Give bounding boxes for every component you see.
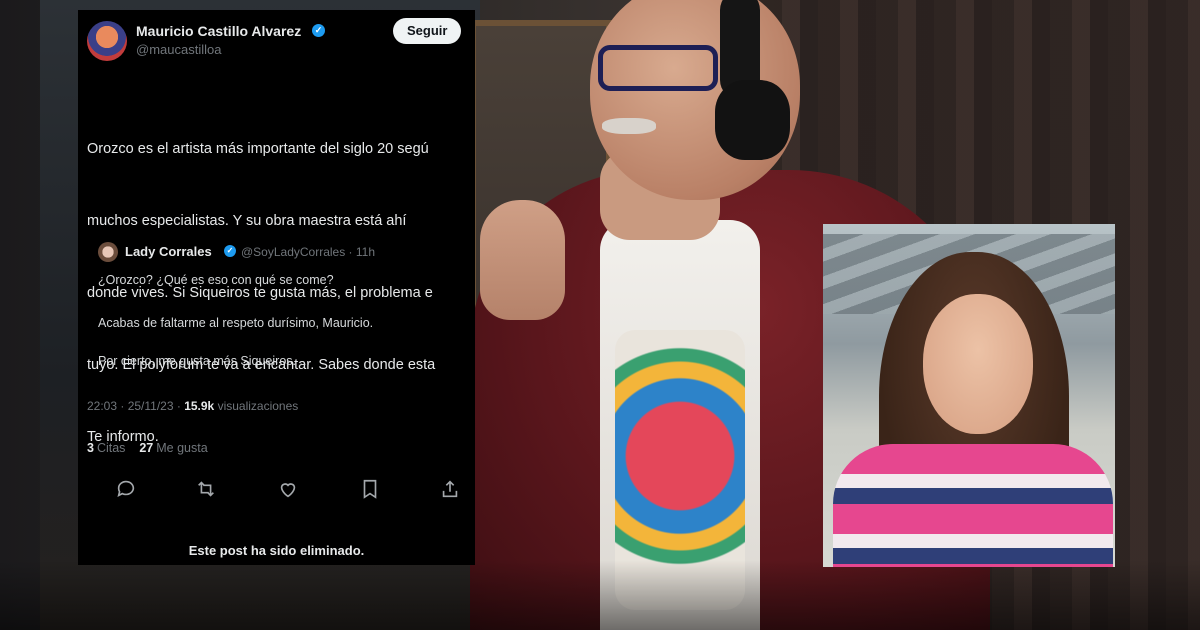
quoted-avatar (98, 242, 118, 262)
deleted-notice: Este post ha sido eliminado. (188, 543, 365, 558)
glasses (598, 45, 718, 91)
mustache (602, 118, 656, 134)
woman-photo-inset (823, 224, 1115, 567)
reply-icon[interactable] (114, 478, 138, 502)
quoted-handle-time: @SoyLadyCorrales · 11h (241, 245, 376, 259)
quotes-stat[interactable]: 3 Citas (87, 441, 125, 455)
raised-hand (480, 200, 565, 320)
bottom-shade (0, 560, 1200, 630)
quoted-tweet[interactable]: Lady Corrales ✓ @SoyLadyCorrales · 11h ¿… (87, 232, 467, 382)
tweet-body-line: Orozco es el artista más importante del … (87, 141, 429, 157)
quotes-count: 3 (87, 441, 94, 455)
author-avatar[interactable] (87, 21, 127, 61)
headphones-cup (715, 80, 790, 160)
tweet-card: Mauricio Castillo Alvarez ✓ @maucastillo… (78, 10, 475, 565)
retweet-icon[interactable] (194, 478, 218, 502)
quotes-label: Citas (96, 441, 126, 455)
bookmark-icon[interactable] (358, 478, 382, 502)
author-name[interactable]: Mauricio Castillo Alvarez (136, 23, 301, 39)
follow-button[interactable]: Seguir (393, 18, 462, 44)
share-icon[interactable] (438, 478, 462, 502)
views-label: visualizaciones (217, 399, 299, 413)
likes-stat[interactable]: 27 Me gusta (139, 441, 207, 455)
quoted-author-name: Lady Corrales (125, 244, 212, 259)
verified-badge-icon: ✓ (312, 24, 325, 37)
safety-vest (833, 444, 1113, 567)
like-icon[interactable] (276, 478, 300, 502)
tweet-actions (114, 478, 459, 502)
tweet-body-line: muchos especialistas. Y su obra maestra … (87, 213, 407, 229)
quoted-text-line: Por cierto, me gusta más Siqueiros. ... (98, 354, 310, 368)
quoted-text-line: Acabas de faltarme al respeto durísimo, … (98, 316, 374, 330)
likes-count: 27 (139, 441, 154, 455)
timestamp: 22:03 · 25/11/23 · (87, 399, 181, 413)
likes-label: Me gusta (156, 441, 208, 455)
views-count: 15.9k (184, 399, 215, 413)
tweet-stats: 3 Citas 27 Me gusta (87, 441, 208, 455)
quoted-text-line: ¿Orozco? ¿Qué es eso con qué se come? (98, 273, 334, 287)
face (923, 294, 1033, 434)
author-handle[interactable]: @maucastilloa (136, 42, 221, 57)
tweet-meta: 22:03 · 25/11/23 · 15.9k visualizaciones (87, 399, 298, 413)
verified-badge-icon: ✓ (224, 245, 236, 257)
